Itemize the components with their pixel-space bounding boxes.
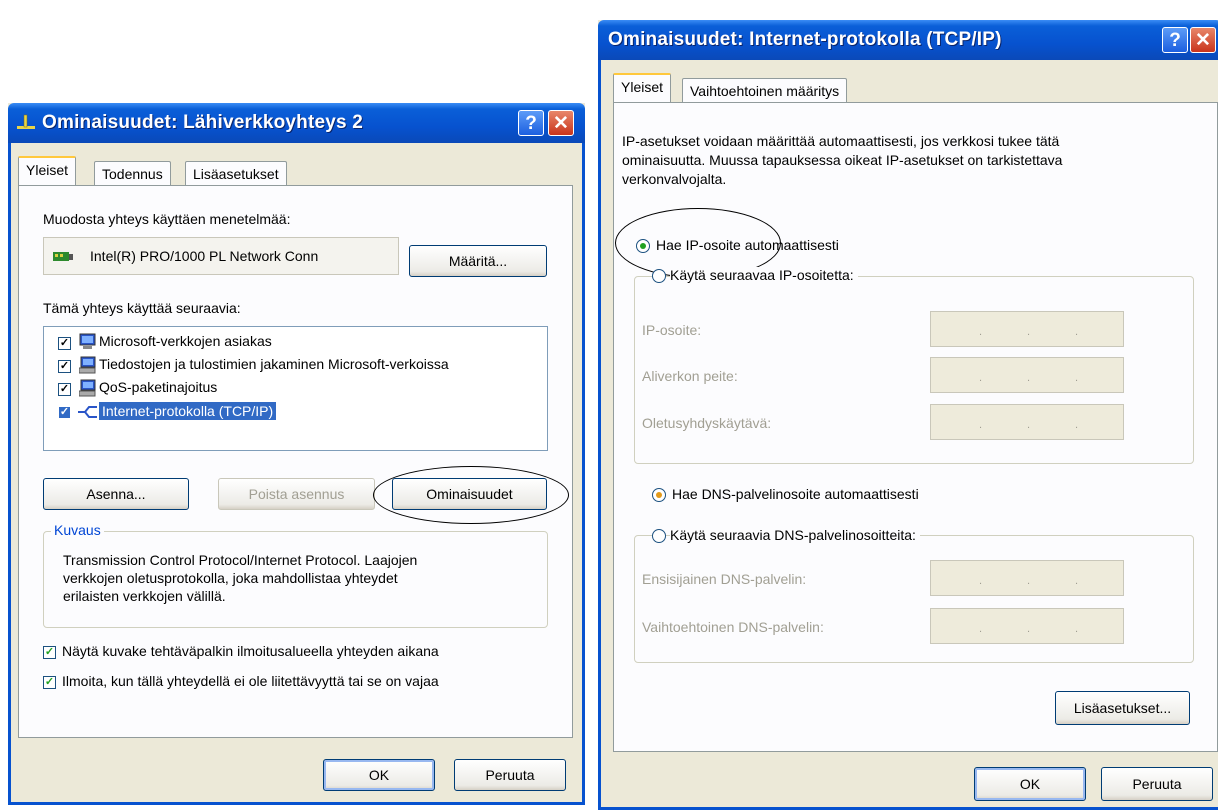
manual-dns-radio[interactable] bbox=[652, 529, 666, 543]
adapter-name: Intel(R) PRO/1000 PL Network Conn bbox=[90, 248, 319, 264]
right-tab-yleiset[interactable]: Yleiset bbox=[613, 73, 672, 102]
intro-line-1: IP-asetukset voidaan määrittää automaatt… bbox=[622, 133, 1060, 149]
network-card-icon bbox=[53, 250, 73, 266]
subnet-mask-field[interactable]: ... bbox=[930, 357, 1124, 393]
default-gateway-label: Oletusyhdyskäytävä: bbox=[642, 415, 772, 431]
component-label: QoS-paketinajoitus bbox=[99, 379, 218, 395]
preferred-dns-label: Ensisijainen DNS-palvelin: bbox=[642, 571, 807, 587]
component-checkbox[interactable]: ✓ bbox=[58, 383, 71, 396]
right-close-button[interactable]: ✕ bbox=[1190, 27, 1216, 53]
right-tab-alternative[interactable]: Vaihtoehtoinen määritys bbox=[682, 78, 848, 103]
components-list[interactable]: ✓ Microsoft-verkkojen asiakas ✓ Tiedosto… bbox=[43, 326, 548, 451]
client-icon bbox=[79, 333, 97, 354]
ip-address-field[interactable]: ... bbox=[930, 311, 1124, 347]
file-sharing-icon bbox=[78, 356, 97, 377]
manual-ip-label[interactable]: Käytä seuraavaa IP-osoitetta: bbox=[670, 267, 858, 283]
manual-ip-radio[interactable] bbox=[652, 269, 666, 283]
uninstall-button[interactable]: Poista asennus bbox=[218, 478, 375, 510]
left-tab-todennus[interactable]: Todennus bbox=[94, 161, 171, 186]
left-dialog: Ominaisuudet: Lähiverkkoyhteys 2 ? ✕ Yle… bbox=[8, 103, 585, 805]
right-tab-panel: IP-asetukset voidaan määrittää automaatt… bbox=[613, 102, 1218, 752]
advanced-button[interactable]: Lisäasetukset... bbox=[1055, 691, 1190, 725]
right-help-button[interactable]: ? bbox=[1162, 27, 1188, 53]
properties-highlight-ellipse bbox=[373, 466, 569, 524]
description-line-1: Transmission Control Protocol/Internet P… bbox=[63, 552, 418, 568]
left-dialog-title: Ominaisuudet: Lähiverkkoyhteys 2 bbox=[42, 112, 364, 133]
right-titlebar[interactable]: Ominaisuudet: Internet-protokolla (TCP/I… bbox=[598, 20, 1218, 60]
description-line-3: erilaisten verkkojen välillä. bbox=[63, 588, 226, 604]
adapter-box: Intel(R) PRO/1000 PL Network Conn bbox=[43, 237, 399, 275]
network-connection-icon bbox=[15, 113, 37, 133]
description-group-title: Kuvaus bbox=[51, 522, 104, 538]
intro-line-3: verkonvalvojalta. bbox=[622, 171, 727, 187]
right-cancel-button[interactable]: Peruuta bbox=[1101, 767, 1213, 801]
qos-icon bbox=[78, 379, 97, 400]
component-label: Microsoft-verkkojen asiakas bbox=[99, 333, 272, 349]
component-checkbox[interactable]: ✓ bbox=[58, 337, 71, 350]
auto-dns-radio[interactable] bbox=[652, 488, 666, 502]
notify-checkbox[interactable]: ✓ bbox=[43, 676, 56, 689]
left-help-button[interactable]: ? bbox=[518, 110, 544, 136]
left-ok-button[interactable]: OK bbox=[323, 759, 435, 791]
default-gateway-field[interactable]: ... bbox=[930, 404, 1124, 440]
left-cancel-button[interactable]: Peruuta bbox=[454, 759, 566, 791]
preferred-dns-field[interactable]: ... bbox=[930, 560, 1124, 596]
show-icon-checkbox[interactable]: ✓ bbox=[43, 646, 56, 659]
alternate-dns-field[interactable]: ... bbox=[930, 608, 1124, 644]
configure-button[interactable]: Määritä... bbox=[409, 245, 547, 277]
right-dialog-title: Ominaisuudet: Internet-protokolla (TCP/I… bbox=[608, 29, 1002, 50]
components-label: Tämä yhteys käyttää seuraavia: bbox=[43, 300, 241, 316]
subnet-mask-label: Aliverkon peite: bbox=[642, 368, 738, 384]
component-checkbox[interactable]: ✓ bbox=[58, 406, 71, 419]
alternate-dns-label: Vaihtoehtoinen DNS-palvelin: bbox=[642, 619, 824, 635]
auto-dns-label[interactable]: Hae DNS-palvelinosoite automaattisesti bbox=[672, 486, 919, 502]
connect-using-label: Muodosta yhteys käyttäen menetelmää: bbox=[43, 211, 291, 227]
notify-label: Ilmoita, kun tällä yhteydellä ei ole lii… bbox=[62, 673, 439, 689]
install-button[interactable]: Asenna... bbox=[43, 478, 189, 510]
left-tab-panel: Muodosta yhteys käyttäen menetelmää: Int… bbox=[18, 185, 573, 738]
component-label-selected[interactable]: Internet-protokolla (TCP/IP) bbox=[99, 402, 277, 420]
intro-line-2: ominaisuutta. Muussa tapauksessa oikeat … bbox=[622, 152, 1063, 168]
left-titlebar[interactable]: Ominaisuudet: Lähiverkkoyhteys 2 ? ✕ bbox=[8, 103, 585, 143]
right-dialog: Ominaisuudet: Internet-protokolla (TCP/I… bbox=[598, 20, 1218, 810]
description-line-2: verkkojen oletusprotokolla, joka mahdoll… bbox=[63, 570, 398, 586]
right-ok-button[interactable]: OK bbox=[974, 767, 1086, 801]
show-icon-label: Näytä kuvake tehtäväpalkin ilmoitusaluee… bbox=[62, 643, 439, 659]
manual-dns-label[interactable]: Käytä seuraavia DNS-palvelinosoitteita: bbox=[670, 527, 920, 543]
left-tab-lisaasetukset[interactable]: Lisäasetukset bbox=[185, 161, 287, 186]
ip-address-label: IP-osoite: bbox=[642, 322, 702, 338]
component-label: Tiedostojen ja tulostimien jakaminen Mic… bbox=[99, 356, 449, 372]
component-checkbox[interactable]: ✓ bbox=[58, 360, 71, 373]
left-close-button[interactable]: ✕ bbox=[548, 110, 574, 136]
left-tab-yleiset[interactable]: Yleiset bbox=[18, 156, 77, 185]
protocol-icon bbox=[77, 404, 99, 423]
